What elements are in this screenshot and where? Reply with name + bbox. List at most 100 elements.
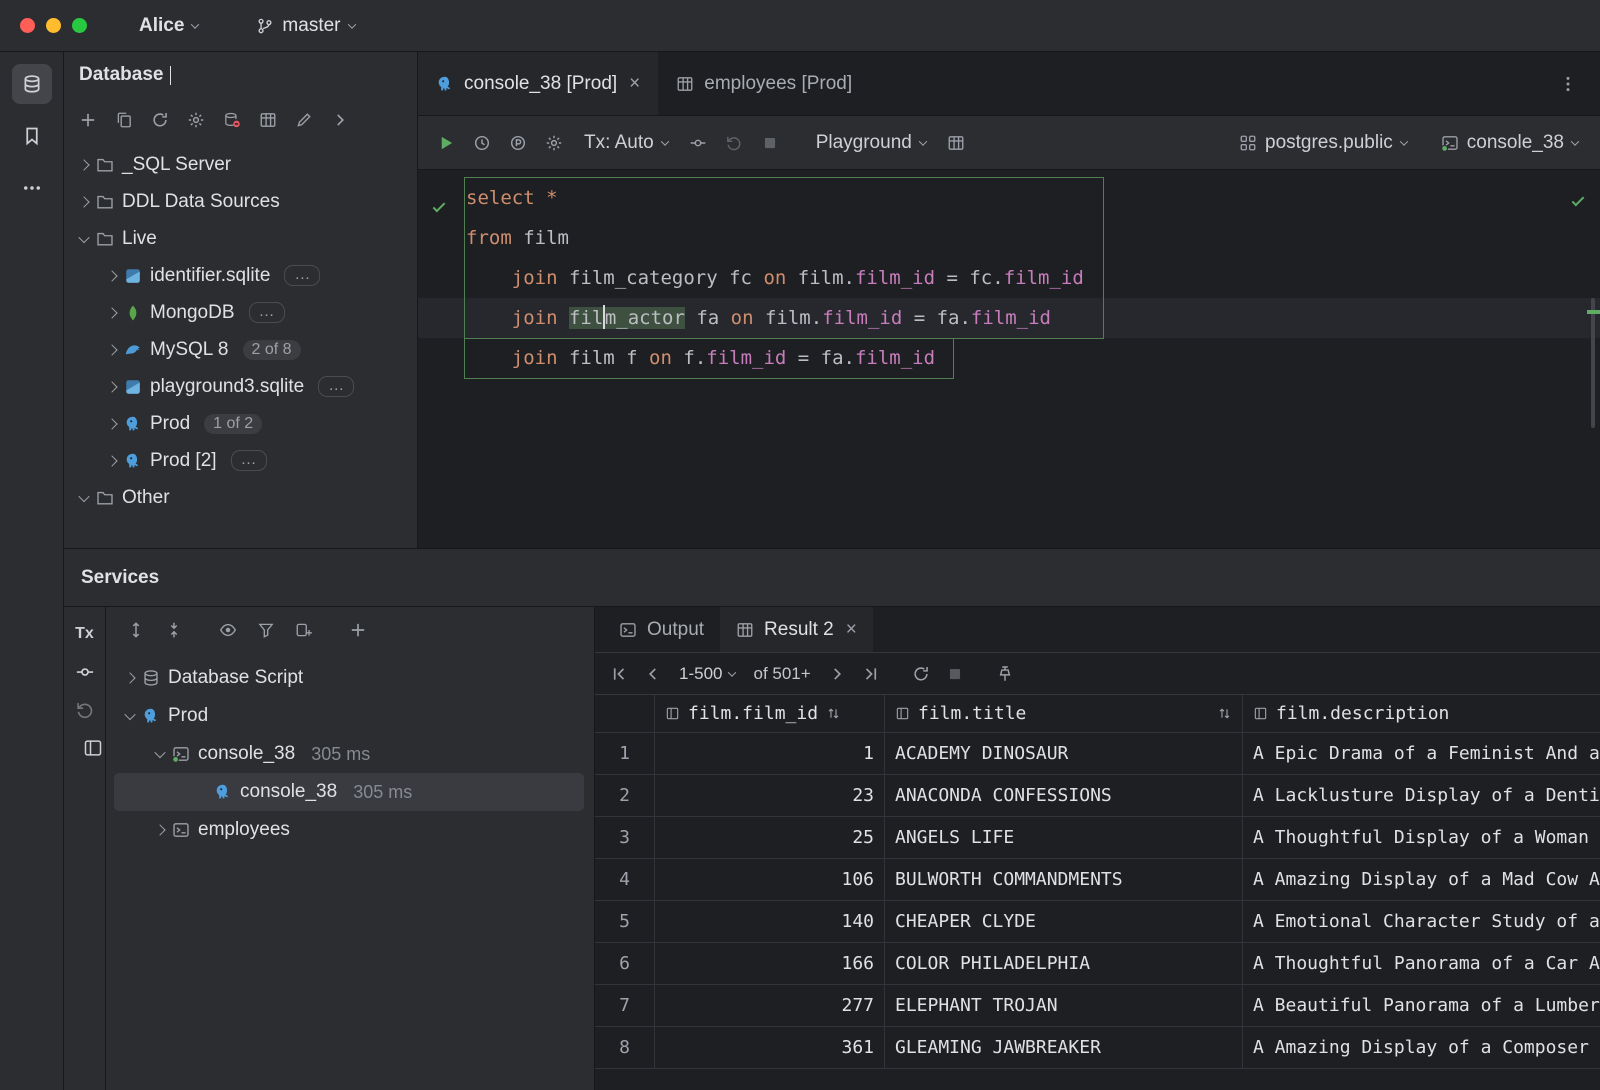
db-tree-item-identifier-sqlite[interactable]: identifier.sqlite… xyxy=(64,257,417,294)
chevron-down-icon[interactable] xyxy=(154,747,165,758)
in-editor-results-button[interactable] xyxy=(940,128,972,158)
commit-button[interactable] xyxy=(71,657,99,687)
rollback-button[interactable] xyxy=(71,695,99,725)
row-number[interactable]: 8 xyxy=(595,1027,655,1068)
next-page-button[interactable] xyxy=(821,659,853,689)
last-page-button[interactable] xyxy=(855,659,887,689)
close-icon[interactable]: × xyxy=(629,74,640,93)
tx-mode-dropdown[interactable]: Tx: Auto xyxy=(574,127,678,159)
cell-film-description[interactable]: A Thoughtful Panorama of a Car And a Cro… xyxy=(1243,943,1600,984)
run-button[interactable] xyxy=(430,128,462,158)
cell-film-description[interactable]: A Amazing Display of a Mad Cow And a Pio… xyxy=(1243,859,1600,900)
chevron-right-icon[interactable] xyxy=(106,381,117,392)
services-panel-header[interactable]: Services xyxy=(64,549,1600,607)
code-line[interactable]: join film f on f.film_id = fa.film_id xyxy=(418,338,1600,378)
chevron-right-icon[interactable] xyxy=(78,196,89,207)
branch-menu[interactable]: master xyxy=(256,15,354,37)
view-options-button[interactable] xyxy=(212,615,244,645)
session-dropdown[interactable]: console_38 xyxy=(1431,127,1588,159)
db-tree-item-other[interactable]: Other xyxy=(64,479,417,516)
tab-result-2[interactable]: Result 2× xyxy=(720,607,873,652)
zoom-window-button[interactable] xyxy=(72,18,87,33)
cell-film-description[interactable]: A Epic Drama of a Feminist And a Mad Sci… xyxy=(1243,733,1600,774)
expand-all-button[interactable] xyxy=(120,615,152,645)
page-size-dropdown[interactable]: 1-500 xyxy=(671,660,743,688)
more-toolbar-button[interactable] xyxy=(324,105,356,135)
tab-output[interactable]: Output xyxy=(603,607,720,652)
cell-film-id[interactable]: 1 xyxy=(655,733,885,774)
schema-dropdown[interactable]: postgres.public xyxy=(1229,127,1417,159)
stripe-button-more-h[interactable] xyxy=(12,168,52,208)
stop-query-button[interactable] xyxy=(939,659,971,689)
edit-button[interactable] xyxy=(288,105,320,135)
tab-employees-prod[interactable]: employees [Prod] xyxy=(658,52,870,115)
sort-icon[interactable] xyxy=(1217,706,1232,721)
row-number[interactable]: 3 xyxy=(595,817,655,858)
run-profile-dropdown[interactable]: Playground xyxy=(806,127,936,159)
jump-to-data-button[interactable] xyxy=(252,105,284,135)
row-number[interactable]: 2 xyxy=(595,775,655,816)
cell-film-description[interactable]: A Thoughtful Display of a Woman And a As… xyxy=(1243,817,1600,858)
cell-film-id[interactable]: 361 xyxy=(655,1027,885,1068)
disconnect-button[interactable] xyxy=(216,105,248,135)
chevron-right-icon[interactable] xyxy=(124,672,135,683)
settings-button[interactable] xyxy=(538,128,570,158)
explain-plan-button[interactable] xyxy=(502,128,534,158)
cell-film-id[interactable]: 166 xyxy=(655,943,885,984)
cell-film-title[interactable]: COLOR PHILADELPHIA xyxy=(885,943,1243,984)
services-tree-item-employees[interactable]: employees xyxy=(114,811,584,849)
db-tree-item-mongodb[interactable]: MongoDB… xyxy=(64,294,417,331)
stop-button[interactable] xyxy=(754,128,786,158)
sort-icon[interactable] xyxy=(826,706,841,721)
tab-console-38-prod[interactable]: console_38 [Prod]× xyxy=(418,52,658,115)
filter-button[interactable] xyxy=(250,615,282,645)
row-number[interactable]: 6 xyxy=(595,943,655,984)
new-datasource-button[interactable] xyxy=(72,105,104,135)
sql-editor[interactable]: select *from film join film_category fc … xyxy=(418,170,1600,548)
pin-tab-button[interactable] xyxy=(989,659,1021,689)
duplicate-button[interactable] xyxy=(108,105,140,135)
cell-film-description[interactable]: A Amazing Display of a Composer And a Fo… xyxy=(1243,1027,1600,1068)
stripe-button-bookmark[interactable] xyxy=(12,116,52,156)
row-number[interactable]: 5 xyxy=(595,901,655,942)
code-line[interactable]: from film xyxy=(418,218,1600,258)
code-line[interactable]: select * xyxy=(418,178,1600,218)
services-tree-item-console-38[interactable]: console_38305 ms xyxy=(114,773,584,811)
code-line[interactable]: join film_actor fa on film.film_id = fa.… xyxy=(418,298,1600,338)
cell-film-title[interactable]: BULWORTH COMMANDMENTS xyxy=(885,859,1243,900)
tree-item-badge[interactable]: … xyxy=(318,376,354,397)
cell-film-title[interactable]: ELEPHANT TROJAN xyxy=(885,985,1243,1026)
row-number[interactable]: 7 xyxy=(595,985,655,1026)
chevron-right-icon[interactable] xyxy=(106,344,117,355)
chevron-right-icon[interactable] xyxy=(106,418,117,429)
chevron-down-icon[interactable] xyxy=(124,709,135,720)
cell-film-id[interactable]: 23 xyxy=(655,775,885,816)
services-tree-item-database-script[interactable]: Database Script xyxy=(114,659,584,697)
cell-film-title[interactable]: ANACONDA CONFESSIONS xyxy=(885,775,1243,816)
column-header-film-title[interactable]: film.title xyxy=(885,695,1243,732)
datasource-settings-button[interactable] xyxy=(180,105,212,135)
chevron-right-icon[interactable] xyxy=(154,824,165,835)
tree-item-badge[interactable]: … xyxy=(249,302,285,323)
cell-film-id[interactable]: 140 xyxy=(655,901,885,942)
editor-options-kebab-button[interactable] xyxy=(1552,69,1584,99)
db-tree-item-playground3-sqlite[interactable]: playground3.sqlite… xyxy=(64,368,417,405)
reload-page-button[interactable] xyxy=(905,659,937,689)
editor-scrollbar[interactable] xyxy=(1591,298,1595,428)
db-tree-item-ddl-data-sources[interactable]: DDL Data Sources xyxy=(64,183,417,220)
chevron-right-icon[interactable] xyxy=(106,307,117,318)
close-icon[interactable]: × xyxy=(846,620,857,639)
cell-film-description[interactable]: A Beautiful Panorama of a Lumberjack And… xyxy=(1243,985,1600,1026)
cell-film-id[interactable]: 277 xyxy=(655,985,885,1026)
view-options-button[interactable] xyxy=(79,733,107,763)
chevron-right-icon[interactable] xyxy=(106,270,117,281)
db-tree-item-prod-2[interactable]: Prod [2]… xyxy=(64,442,417,479)
cell-film-title[interactable]: CHEAPER CLYDE xyxy=(885,901,1243,942)
execution-history-button[interactable] xyxy=(466,128,498,158)
db-tree-item-sql-server[interactable]: _SQL Server xyxy=(64,146,417,183)
db-tree-item-mysql-8[interactable]: MySQL 82 of 8 xyxy=(64,331,417,368)
chevron-right-icon[interactable] xyxy=(106,455,117,466)
chevron-down-icon[interactable] xyxy=(78,231,89,242)
cell-film-id[interactable]: 106 xyxy=(655,859,885,900)
tx-toggle-button[interactable]: Tx xyxy=(71,619,99,649)
